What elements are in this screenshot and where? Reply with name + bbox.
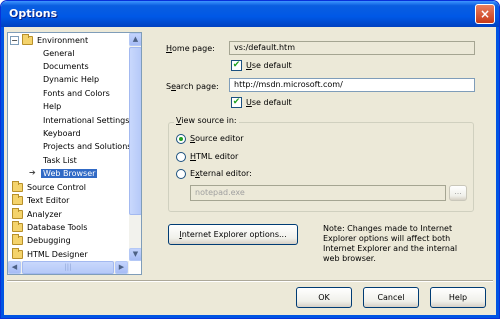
tree-horizontal-scrollbar[interactable]: ◀ ||| ▶ bbox=[8, 261, 129, 274]
tree-item-help[interactable]: Help bbox=[43, 100, 61, 113]
tree-item-label: Source Control bbox=[27, 183, 86, 192]
home-use-default-checkbox[interactable]: ✔ bbox=[231, 60, 242, 71]
search-page-field[interactable]: http://msdn.microsoft.com/ bbox=[229, 78, 475, 92]
tree-item-general[interactable]: General bbox=[43, 47, 75, 60]
search-use-default-checkbox[interactable]: ✔ bbox=[231, 97, 242, 108]
html-editor-radio[interactable] bbox=[176, 152, 186, 162]
home-use-default-label: Use default bbox=[246, 61, 292, 70]
help-button[interactable]: Help bbox=[430, 287, 486, 308]
search-use-default-label: Use default bbox=[246, 98, 292, 107]
scroll-right-icon[interactable]: ▶ bbox=[115, 261, 128, 274]
tree-item-label: Database Tools bbox=[27, 223, 88, 232]
scroll-thumb[interactable] bbox=[129, 47, 141, 215]
folder-icon bbox=[12, 194, 23, 205]
folder-open-icon bbox=[22, 34, 33, 45]
tree-item-web-browser[interactable]: Web Browser bbox=[41, 167, 98, 180]
folder-icon bbox=[12, 221, 23, 232]
tree-vertical-scrollbar[interactable]: ▲ ▼ bbox=[129, 33, 141, 261]
ok-button[interactable]: OK bbox=[296, 287, 352, 308]
folder-icon bbox=[12, 234, 23, 245]
scroll-thumb-horizontal[interactable]: ||| bbox=[22, 261, 114, 274]
html-editor-label: HTML editor bbox=[190, 152, 239, 161]
external-editor-radio[interactable] bbox=[176, 169, 186, 179]
tree-item-international[interactable]: International Settings bbox=[43, 114, 129, 127]
tree-item-label: Analyzer bbox=[27, 210, 62, 219]
view-source-group-title: View source in: bbox=[174, 116, 239, 125]
tree-item-documents[interactable]: Documents bbox=[43, 60, 89, 73]
tree-item-dynamic-help[interactable]: Dynamic Help bbox=[43, 73, 99, 86]
tree-item-label: HTML Designer bbox=[27, 250, 88, 259]
category-tree[interactable]: − Environment General Documents Dynamic … bbox=[7, 32, 142, 275]
dialog-title: Options bbox=[9, 7, 58, 20]
separator bbox=[7, 280, 493, 282]
tree-item-keyboard[interactable]: Keyboard bbox=[43, 127, 81, 140]
folder-icon bbox=[12, 208, 23, 219]
window-frame-bottom bbox=[1, 315, 499, 318]
tree-item-fonts-colors[interactable]: Fonts and Colors bbox=[43, 87, 110, 100]
scroll-down-icon[interactable]: ▼ bbox=[129, 248, 141, 261]
tree-item-label: Debugging bbox=[27, 236, 71, 245]
home-page-field[interactable]: vs:/default.htm bbox=[229, 41, 475, 55]
title-bar[interactable]: Options × bbox=[1, 1, 499, 27]
ie-options-button[interactable]: Internet Explorer options... bbox=[168, 224, 298, 245]
cancel-button[interactable]: Cancel bbox=[363, 287, 419, 308]
ie-options-note: Note: Changes made to Internet Explorer … bbox=[323, 224, 458, 263]
browse-button[interactable]: ... bbox=[449, 185, 467, 201]
collapse-icon[interactable]: − bbox=[10, 36, 19, 45]
window-frame-left bbox=[1, 27, 4, 318]
close-button[interactable]: × bbox=[475, 4, 495, 24]
options-dialog: Options × − Environment General Document… bbox=[0, 0, 500, 319]
external-editor-label: External editor: bbox=[190, 169, 252, 178]
folder-icon bbox=[12, 181, 23, 192]
tree-item-label: Web Browser bbox=[41, 169, 98, 178]
tree-item-projects[interactable]: Projects and Solutions bbox=[43, 140, 131, 153]
external-editor-path-field[interactable]: notepad.exe bbox=[190, 185, 446, 201]
arrow-right-icon: ➔ bbox=[29, 168, 36, 177]
tree-item-label: Text Editor bbox=[27, 196, 70, 205]
home-page-label: Home page: bbox=[166, 44, 215, 53]
source-editor-radio[interactable] bbox=[176, 134, 186, 144]
folder-icon bbox=[12, 248, 23, 259]
tree-item-label: Environment bbox=[37, 36, 89, 45]
source-editor-label: Source editor bbox=[190, 134, 244, 143]
window-frame-right bbox=[496, 27, 499, 318]
scroll-up-icon[interactable]: ▲ bbox=[129, 33, 141, 46]
search-page-label: Search page: bbox=[166, 82, 219, 91]
scroll-left-icon[interactable]: ◀ bbox=[8, 261, 21, 274]
tree-item-task-list[interactable]: Task List bbox=[43, 154, 77, 167]
